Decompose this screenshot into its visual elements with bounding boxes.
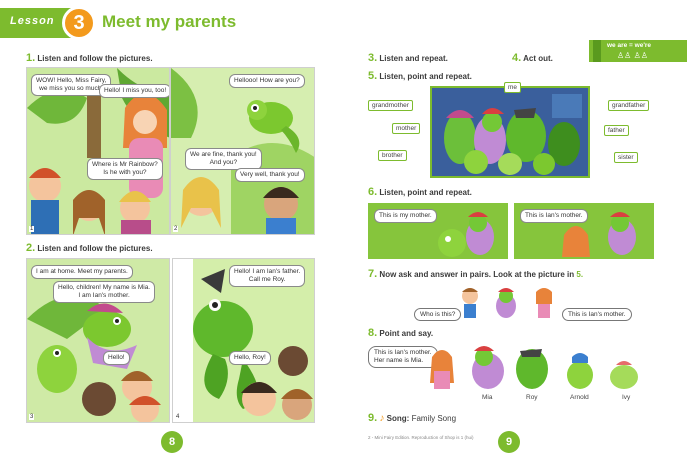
section-4-heading: 4. Act out.: [512, 52, 553, 64]
panel-2-number: 2: [173, 226, 179, 232]
ex8-name-mia: Mia: [482, 394, 493, 401]
panel-1-number: 1: [29, 226, 35, 232]
left-page-number: 8: [161, 431, 183, 453]
label-sister: sister: [614, 152, 638, 163]
ex8-name-ivy: Ivy: [622, 394, 631, 401]
footer-text: 2 - Mini Fairy Edition. Reproduction of …: [368, 435, 474, 440]
label-grandfather: grandfather: [608, 100, 650, 111]
section-8-heading: 8. Point and say.: [368, 327, 434, 339]
panel-2-bubble-2: We are fine, thank you! And you?: [185, 148, 262, 170]
panel-3-bubble-2: Hello, children! My name is Mia. I am Ian…: [53, 281, 156, 303]
panel-4-bubble-1: Hello! I am Ian's father. Call me Roy.: [229, 265, 306, 287]
ex8-illustration: [430, 346, 638, 389]
grammar-box-tab: [593, 40, 601, 62]
panel-3-bubble-1: I am at home. Meet my parents.: [31, 265, 133, 279]
panel-1-bubble-3: Where is Mr Rainbow? Is he with you?: [87, 158, 163, 180]
ex7-illustration: [462, 288, 552, 318]
label-father: father: [604, 125, 629, 136]
section-6-heading: 6. Listen, point and repeat.: [368, 186, 472, 198]
panel-4-number: 4: [175, 414, 181, 420]
ex7-question-bubble: Who is this?: [414, 308, 462, 321]
section-2-heading: 2. Listen and follow the pictures.: [26, 242, 153, 254]
label-grandmother: grandmother: [368, 100, 413, 111]
lesson-word: Lesson: [10, 15, 55, 27]
ex7-answer-bubble: This is Ian's mother.: [562, 308, 632, 321]
section-1-heading: 1. Listen and follow the pictures.: [26, 52, 153, 64]
section-9-heading: 9. ♪ Song: Family Song: [368, 412, 457, 424]
right-page-number: 9: [498, 431, 520, 453]
label-mother: mother: [392, 123, 421, 134]
page-title: Meet my parents: [102, 12, 237, 31]
lesson-number-badge: 3: [62, 6, 96, 40]
panel-2-bubble-1: Hellooo! How are you?: [229, 74, 305, 88]
story-panel-2: Hellooo! How are you? We are fine, thank…: [170, 67, 315, 235]
panel-1-bubble-2: Hello! I miss you, too!: [99, 84, 169, 98]
panel-4-bubble-2: Hello, Roy!: [229, 351, 271, 365]
ex8-name-roy: Roy: [526, 394, 538, 401]
grammar-box-text: we are = we're: [607, 42, 652, 49]
story-panel-3: I am at home. Meet my parents. Hello, ch…: [26, 258, 170, 423]
music-note-icon: ♪: [379, 413, 385, 424]
family-illustration: [432, 88, 588, 176]
story-panel-4: Hello! I am Ian's father. Call me Roy. He…: [172, 258, 315, 423]
ex6-bubble-2: This is Ian's mother.: [520, 209, 588, 223]
family-picture: [430, 86, 590, 178]
panel-3-bubble-3: Hello!: [103, 351, 130, 365]
people-icon: ♙♙ ♙♙: [617, 51, 648, 60]
section-5-heading: 5. Listen, point and repeat.: [368, 70, 472, 82]
section-3-heading: 3. Listen and repeat.: [368, 52, 448, 64]
label-brother: brother: [378, 150, 407, 161]
story-panel-1: WOW! Hello, Miss Fairy, we miss you so mu…: [26, 67, 170, 235]
label-me: me: [504, 82, 522, 93]
section-7-heading: 7. Now ask and answer in pairs. Look at …: [368, 268, 584, 280]
ex6-panel-2: This is Ian's mother.: [514, 203, 654, 259]
panel-3-number: 3: [29, 414, 35, 420]
ex8-name-arnold: Arnold: [570, 394, 589, 401]
ex6-panel-1: This is my mother.: [368, 203, 508, 259]
ex6-bubble-1: This is my mother.: [374, 209, 437, 223]
grammar-box: we are = we're ♙♙ ♙♙: [589, 40, 687, 62]
panel-2-bubble-3: Very well, thank you!: [235, 168, 305, 182]
